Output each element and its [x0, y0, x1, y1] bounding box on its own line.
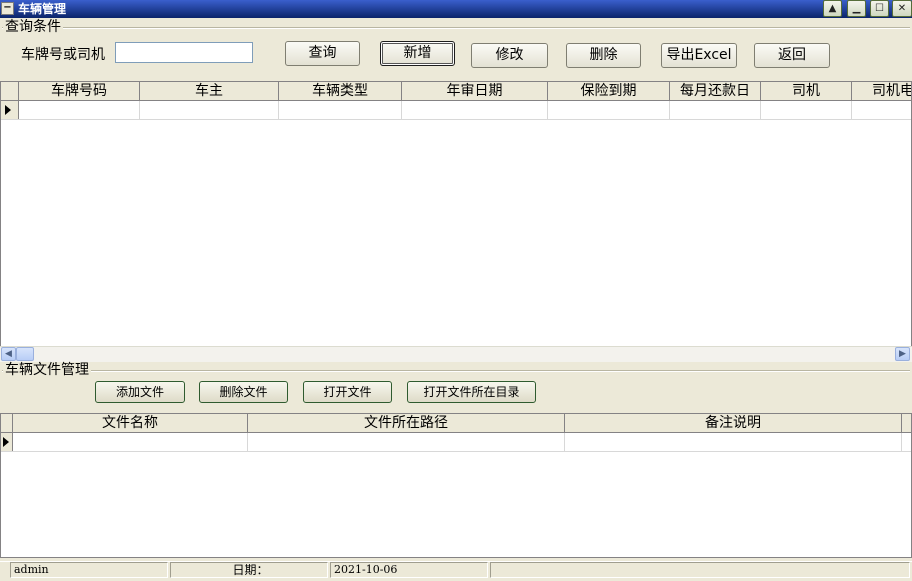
table-cell[interactable]	[761, 101, 852, 119]
plate-or-driver-label: 车牌号或司机	[21, 47, 105, 63]
column-header[interactable]: 司机	[761, 82, 852, 100]
row-header-corner	[1, 82, 19, 100]
table-cell[interactable]	[19, 101, 140, 119]
scroll-thumb[interactable]	[16, 347, 34, 361]
help-button[interactable]: ▲	[823, 0, 842, 17]
triangle-up-icon: ▲	[828, 3, 837, 14]
back-button[interactable]: 返回	[754, 43, 830, 68]
horizontal-scrollbar[interactable]	[0, 346, 912, 362]
close-button[interactable]: ✕	[892, 0, 912, 17]
table-cell[interactable]	[565, 433, 902, 451]
table-cell[interactable]	[248, 433, 565, 451]
row-selector[interactable]	[1, 101, 19, 119]
table-cell[interactable]	[140, 101, 279, 119]
files-grid[interactable]: 文件名称 文件所在路径 备注说明	[0, 413, 912, 558]
open-file-button[interactable]: 打开文件	[303, 381, 392, 403]
system-menu-icon[interactable]: −	[1, 2, 14, 15]
query-group-title: 查询条件	[3, 19, 63, 35]
status-user: admin	[10, 562, 168, 578]
scroll-left-button[interactable]: ◀	[1, 347, 16, 361]
delete-file-button[interactable]: 删除文件	[199, 381, 288, 403]
edit-button[interactable]: 修改	[471, 43, 548, 68]
row-header-corner	[1, 414, 13, 432]
column-header[interactable]: 车辆类型	[279, 82, 402, 100]
table-row[interactable]	[1, 433, 911, 452]
minimize-icon: ▁	[852, 3, 861, 14]
maximize-button[interactable]: ☐	[870, 0, 889, 17]
table-cell[interactable]	[279, 101, 402, 119]
export-excel-button[interactable]: 导出Excel	[661, 43, 737, 68]
minimize-button[interactable]: ▁	[847, 0, 866, 17]
close-icon: ✕	[897, 3, 907, 14]
chevron-left-icon: ◀	[5, 349, 12, 359]
vehicle-grid-header: 车牌号码 车主 车辆类型 年审日期 保险到期 每月还款日 司机 司机电话	[1, 82, 911, 101]
column-header[interactable]: 文件所在路径	[248, 414, 565, 432]
maximize-icon: ☐	[875, 3, 884, 14]
column-header[interactable]: 备注说明	[565, 414, 902, 432]
table-row[interactable]	[1, 101, 911, 120]
files-grid-header: 文件名称 文件所在路径 备注说明	[1, 414, 911, 433]
plate-or-driver-input[interactable]	[115, 42, 253, 63]
status-empty-panel	[490, 562, 910, 578]
column-header[interactable]: 车主	[140, 82, 279, 100]
files-group-title: 车辆文件管理	[3, 362, 91, 378]
query-button[interactable]: 查询	[285, 41, 360, 66]
files-group-border	[2, 370, 910, 372]
row-selector[interactable]	[1, 433, 13, 451]
query-group-border	[2, 27, 910, 29]
column-header[interactable]: 年审日期	[402, 82, 548, 100]
scroll-right-button[interactable]: ▶	[895, 347, 910, 361]
delete-button[interactable]: 删除	[566, 43, 641, 68]
status-date-label: 日期：	[170, 562, 328, 578]
chevron-right-icon: ▶	[899, 349, 906, 359]
table-cell[interactable]	[852, 101, 911, 119]
open-file-dir-button[interactable]: 打开文件所在目录	[407, 381, 536, 403]
current-row-arrow-icon	[5, 105, 11, 115]
add-button[interactable]: 新增	[380, 41, 455, 66]
title-bar	[0, 0, 912, 18]
current-row-arrow-icon	[3, 437, 9, 447]
table-cell[interactable]	[548, 101, 670, 119]
window-title: 车辆管理	[18, 2, 67, 16]
column-header[interactable]: 保险到期	[548, 82, 670, 100]
add-file-button[interactable]: 添加文件	[95, 381, 185, 403]
column-header[interactable]: 文件名称	[13, 414, 248, 432]
column-header[interactable]: 每月还款日	[670, 82, 761, 100]
vehicle-grid[interactable]: 车牌号码 车主 车辆类型 年审日期 保险到期 每月还款日 司机 司机电话	[0, 81, 912, 347]
status-date-value: 2021-10-06	[330, 562, 488, 578]
table-cell[interactable]	[402, 101, 548, 119]
column-header[interactable]: 司机电话	[852, 82, 911, 100]
column-header[interactable]: 车牌号码	[19, 82, 140, 100]
table-cell[interactable]	[13, 433, 248, 451]
table-cell[interactable]	[670, 101, 761, 119]
